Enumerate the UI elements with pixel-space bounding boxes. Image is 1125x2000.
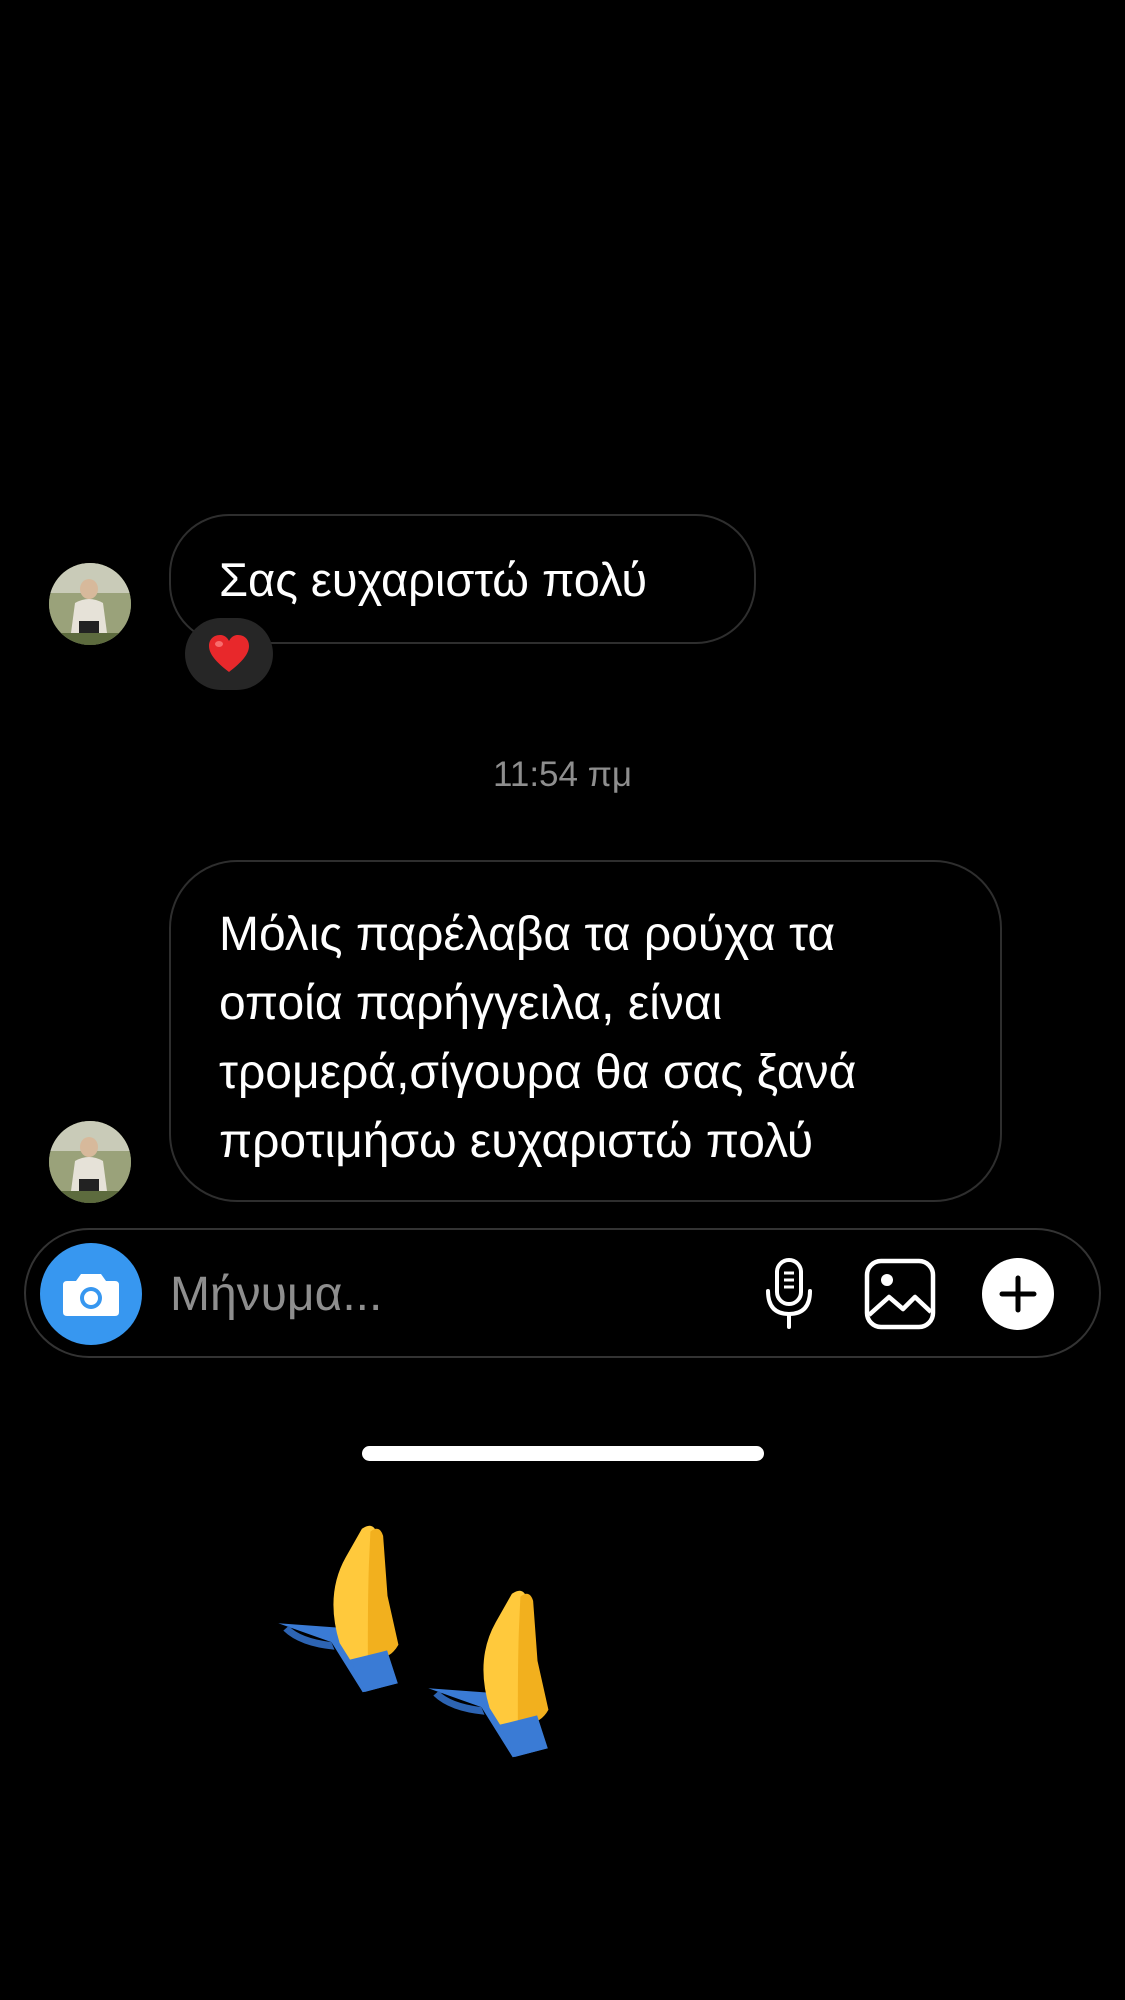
gallery-button[interactable] — [862, 1256, 938, 1332]
gallery-icon — [864, 1258, 936, 1330]
message-text: Σας ευχαριστώ πολύ — [219, 553, 648, 606]
plus-icon — [982, 1258, 1054, 1330]
message-line: προτιμήσω ευχαριστώ πολύ — [219, 1115, 814, 1168]
camera-icon — [63, 1274, 119, 1316]
message-line: οποία παρήγγειλα, είναι — [219, 977, 723, 1030]
voice-message-button[interactable] — [754, 1256, 824, 1332]
message-composer — [24, 1228, 1101, 1358]
sticker-overlay — [250, 1500, 610, 1800]
camera-button[interactable] — [40, 1243, 142, 1345]
message-input[interactable] — [170, 1258, 730, 1330]
message-bubble[interactable]: Μόλις παρέλαβα τα ρούχα τα οποία παρήγγε… — [169, 860, 1002, 1202]
more-options-button[interactable] — [980, 1256, 1056, 1332]
red-heart-icon — [209, 635, 249, 672]
message-timestamp: 11:54 πμ — [492, 755, 633, 794]
message-line: Μόλις παρέλαβα τα ρούχα τα — [219, 908, 836, 961]
avatar-photo — [49, 563, 131, 645]
sender-avatar[interactable] — [49, 563, 131, 645]
microphone-icon — [766, 1258, 812, 1329]
message-line: τρομερά,σίγουρα θα σας ξανά — [219, 1046, 857, 1099]
sender-avatar[interactable] — [49, 1121, 131, 1203]
reaction-badge[interactable] — [185, 618, 273, 690]
home-indicator — [362, 1446, 764, 1461]
praying-hands-icon — [428, 1590, 549, 1758]
avatar-photo — [49, 1121, 131, 1203]
